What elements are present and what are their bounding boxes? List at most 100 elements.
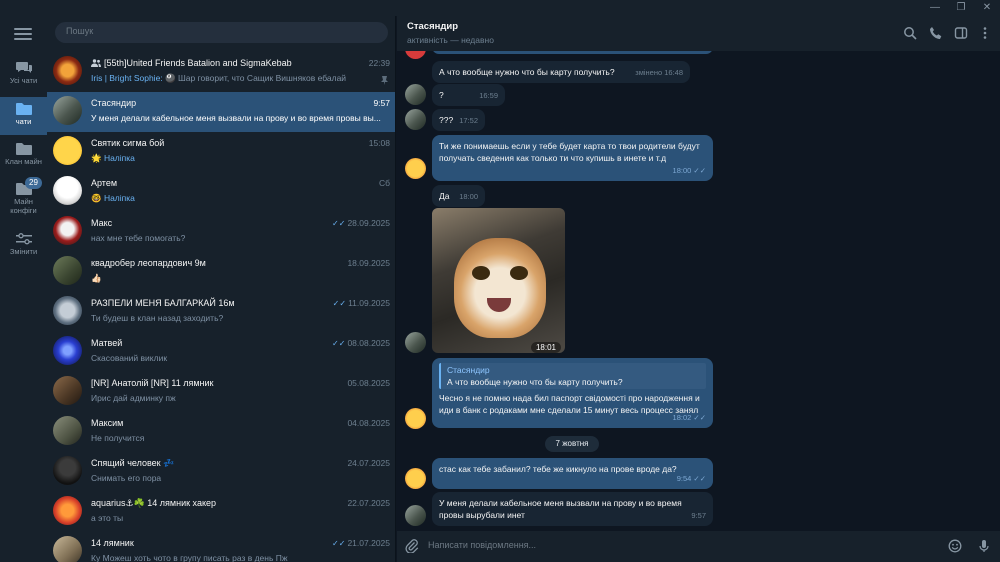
message-text: У меня делали кабельное меня вызвали на … [439,498,682,520]
message-bubble-outgoing[interactable]: Ти же понимаешь если у тебе будет карта … [432,135,713,181]
chat-name: Стасяндир [91,98,137,108]
chat-item[interactable]: Артем Сб 🤓 Наліпка [47,172,395,212]
chat-name: Максим [91,418,124,428]
read-checkmarks-icon: ✓✓ [693,413,706,422]
avatar [405,468,426,489]
sliders-icon [15,233,32,245]
close-icon[interactable]: ✕ [974,0,1000,16]
chat-preview: Снимать его пора [91,473,162,483]
rail-item-chats[interactable]: чати [0,97,47,135]
chat-item-group[interactable]: [55th]United Friends Batalion and SigmaK… [47,52,395,92]
chat-item[interactable]: aquarius⚓☘️ 14 лямник хакер 22.07.2025 а… [47,492,395,532]
more-vertical-icon[interactable] [978,26,992,40]
read-checkmarks-icon: ✓✓ [332,539,346,548]
chat-sender: Iris | Bright Sophie: [91,73,163,83]
message-bubble-incoming[interactable]: ? 16:59 [432,84,505,106]
emoji-icon[interactable] [948,539,962,553]
chat-name: квадробер леопардович 9м [91,258,206,268]
read-checkmarks-icon: ✓✓ [693,166,706,175]
chat-time: Сб [378,178,390,188]
microphone-icon[interactable] [977,539,991,553]
avatar [53,176,82,205]
search-icon[interactable] [903,26,917,40]
search-placeholder: Пошук [66,26,94,36]
message-text: Чесно я не помню нада бил паспорт свідом… [439,393,700,415]
rail-item-edit[interactable]: Змінити [0,227,47,265]
reply-quote[interactable]: Стасяндир А что вообще нужно что бы карт… [439,363,706,389]
message-bubble-incoming[interactable]: У меня делали кабельное меня вызвали на … [432,492,713,526]
cat-eye [472,266,490,280]
chat-time: 22:39 [368,58,390,68]
pin-icon [381,76,388,85]
message-bubble-incoming[interactable]: Да 18:00 [432,185,485,207]
restore-icon[interactable]: ❐ [948,0,974,16]
sidebar-toggle-icon[interactable] [954,26,968,40]
message-text: А что вообще нужно что бы карту получить… [439,67,615,77]
chat-time: 9:57 [373,98,390,108]
avatar [53,456,82,485]
chat-item[interactable]: Матвей ✓✓ 08.08.2025 Скасований виклик [47,332,395,372]
paperclip-icon[interactable] [405,539,419,553]
message-bubble-incoming[interactable]: А что вообще нужно что бы карту получить… [432,61,690,83]
rail-item-main-configs[interactable]: 29 Майн конфіги [0,177,47,215]
message-time: 18:02 [672,413,692,422]
chat-preview: Скасований виклик [91,353,168,363]
message-text: ? [439,90,444,100]
chat-preview: а это ты [91,513,124,523]
read-checkmarks-icon: ✓✓ [332,299,347,308]
unread-badge: 29 [25,177,42,189]
chat-item[interactable]: 14 лямник ✓✓ 21.07.2025 Ку Можеш хоть чот… [47,532,395,562]
minimize-icon[interactable]: — [922,0,948,16]
chat-time: 15:08 [368,138,390,148]
rail-item-all-chats[interactable]: Усі чати [0,56,47,94]
chat-preview: 👍🏻 [91,273,102,283]
message-input[interactable]: Написати повідомлення... [428,540,536,550]
chat-name: Артем [91,178,118,188]
message-bubble-outgoing[interactable]: стас как тебе забанил? тебе же кикнуло н… [432,458,713,489]
title-bar: — ❐ ✕ [0,0,1000,16]
avatar [53,136,82,165]
read-checkmarks-icon: ✓✓ [693,474,706,483]
chat-preview: Не получится [91,433,145,443]
conversation-header[interactable]: Стасяндир активність — недавно [397,16,1000,51]
message-bubble-incoming[interactable]: ??? 17:52 [432,109,485,131]
chat-item[interactable]: Святик сигма бой 15:08 🌟 Наліпка [47,132,395,172]
chat-item-stasyandir[interactable]: Стасяндир 9:57 У меня делали кабельное м… [47,92,395,132]
chat-name: 14 лямник [91,538,134,548]
message-text: стас как тебе забанил? тебе же кикнуло н… [439,464,677,474]
avatar [405,408,426,429]
date-divider: 7 жовтня [545,436,599,452]
search-input[interactable]: Пошук [55,22,388,43]
chat-item[interactable]: квадробер леопардович 9м 18.09.2025 👍🏻 [47,252,395,292]
chat-preview: Ти будеш в клан назад заходить? [91,313,224,323]
chat-time: 08.08.2025 [347,338,390,348]
rail-item-label: Клан майн [5,157,42,166]
chat-item[interactable]: [NR] Анатолій [NR] 11 лямник 05.08.2025 … [47,372,395,412]
chat-item[interactable]: Макс ✓✓ 28.09.2025 нах мне тебе помогать? [47,212,395,252]
message-time: 17:52 [459,116,478,125]
chat-time: 22.07.2025 [347,498,390,508]
group-icon [91,59,101,67]
chat-name: [55th]United Friends Batalion and SigmaK… [104,58,292,68]
photo-message[interactable]: 18:01 [432,208,565,353]
hamburger-menu-icon[interactable] [14,28,32,42]
chat-item[interactable]: Спящий человек 💤 24.07.2025 Снимать его … [47,452,395,492]
chat-name: Спящий человек 💤 [91,458,175,468]
chat-bubbles-icon [15,62,32,73]
rail-item-label: Змінити [9,247,38,256]
conversation-title: Стасяндир [407,21,459,32]
chat-time: 05.08.2025 [347,378,390,388]
chat-list: Пошук [55th]United Friends Batalion and … [47,16,396,562]
avatar [53,376,82,405]
avatar [53,256,82,285]
message-bubble-outgoing[interactable]: Стасяндир А что вообще нужно что бы карт… [432,358,713,428]
rail-item-clan-main[interactable]: Клан майн [0,137,47,175]
message-text: Да [439,191,450,201]
chat-item[interactable]: РАЗПЕЛИ МЕНЯ БАЛГАРКАЙ 16м ✓✓ 11.09.2025 … [47,292,395,332]
chat-item[interactable]: Максим 04.08.2025 Не получится [47,412,395,452]
phone-icon[interactable] [929,26,943,40]
avatar [53,96,82,125]
message-time: 18:00 [459,192,478,201]
conversation-status: активність — недавно [407,35,494,45]
message-composer[interactable]: Написати повідомлення... [397,531,1000,562]
